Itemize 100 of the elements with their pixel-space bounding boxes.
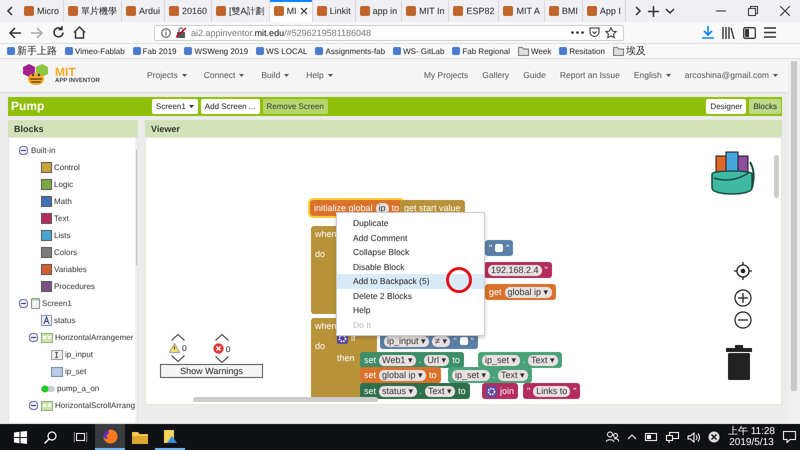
code-block[interactable]: " Links to " (523, 383, 580, 399)
back-icon[interactable] (8, 26, 22, 40)
arrow-up-icon[interactable] (170, 334, 185, 341)
nav-link[interactable]: My Projects (424, 70, 468, 80)
notification-icon[interactable] (783, 431, 796, 443)
code-block[interactable]: join (482, 383, 518, 399)
address-field[interactable]: ai2.appinventor.mit.edu/#5296219581186048 (154, 24, 624, 40)
view-tab[interactable]: Blocks (749, 98, 781, 114)
tree-item[interactable]: Built-in (31, 146, 56, 155)
block-field[interactable]: Web1 ▾ (379, 354, 416, 366)
scrollbar-thumb[interactable] (791, 61, 797, 391)
tree-item[interactable]: Math (54, 197, 72, 206)
battery-icon[interactable] (644, 433, 658, 441)
code-block[interactable]: get global ip ▾ (485, 284, 556, 300)
scrollbar-thumb[interactable] (193, 397, 378, 402)
menu-item[interactable]: Duplicate (337, 216, 484, 230)
browser-tab[interactable]: MI (270, 0, 313, 22)
collapse-toggle-icon[interactable] (29, 401, 38, 410)
code-block[interactable]: ip_set ▾ . Text ▾ (478, 352, 562, 368)
clock-date[interactable]: 2019/5/13 (729, 437, 774, 448)
block-field[interactable]: 192.168.2.4 (488, 264, 542, 276)
nav-link[interactable]: Gallery (482, 70, 510, 80)
arrow-down-icon[interactable] (214, 356, 229, 363)
close-icon[interactable] (300, 7, 308, 15)
more-icon[interactable] (571, 31, 584, 34)
code-block[interactable]: 192.168.2.4 " (484, 262, 552, 278)
tree-item[interactable]: Screen1 (42, 299, 72, 308)
chevron-left-icon[interactable] (6, 6, 14, 16)
arrow-down-icon[interactable] (170, 355, 185, 362)
code-block[interactable]: set global ip ▾ to (360, 367, 441, 383)
chevron-up-icon[interactable] (626, 434, 637, 440)
code-block[interactable]: set Web1 ▾ . Url ▾ to (360, 352, 464, 368)
library-icon[interactable] (722, 26, 735, 38)
bookmark-link[interactable]: Vimeo-Fablab (65, 46, 125, 56)
sidebar-icon[interactable] (743, 26, 756, 38)
block-field[interactable]: global ip ▾ (379, 370, 426, 380)
tree-item[interactable]: ip_input (65, 350, 94, 359)
screen-dropdown[interactable]: Screen1 (152, 98, 198, 114)
blocks-workspace[interactable] (145, 137, 782, 405)
clock-time[interactable]: 上午 11:28 (728, 426, 775, 437)
tree-item[interactable]: HorizontalScrollArrang (55, 401, 136, 410)
view-tab[interactable]: Designer (706, 98, 746, 114)
menu-item[interactable]: Delete 2 Blocks (337, 288, 484, 303)
block-field[interactable]: ip_set ▾ (482, 354, 520, 366)
chevron-down-icon[interactable] (664, 8, 675, 14)
block-field[interactable]: Text ▾ (425, 386, 456, 396)
block-field[interactable]: ip_set ▾ (452, 370, 490, 380)
nav-menu[interactable]: Connect (204, 70, 244, 80)
show-warnings-button[interactable]: Show Warnings (160, 364, 263, 378)
menu-item[interactable]: Disable Block (337, 260, 484, 274)
bookmark-link[interactable]: WS- GitLab (393, 46, 444, 56)
arrow-up-icon[interactable] (214, 334, 229, 341)
bookmark-link[interactable]: Week (518, 46, 552, 56)
tree-item[interactable]: Colors (54, 248, 78, 257)
gear-icon[interactable] (486, 386, 497, 396)
star-icon[interactable] (605, 26, 617, 38)
tree-item[interactable]: ip_set (65, 367, 86, 376)
block-field[interactable]: Links to (533, 386, 570, 396)
zoom-in-icon[interactable] (734, 289, 752, 307)
tree-item[interactable]: Procedures (54, 282, 95, 291)
error-icon[interactable] (708, 431, 720, 443)
empty-text-field[interactable] (495, 244, 504, 252)
menu-icon[interactable] (764, 27, 776, 38)
tree-item[interactable]: status (54, 316, 76, 325)
menu-item[interactable]: Add to Backpack (5) (337, 274, 484, 288)
close-icon[interactable] (780, 6, 790, 16)
toolbar-button[interactable]: Add Screen ... (200, 98, 260, 114)
tree-item[interactable]: Lists (54, 231, 70, 240)
tree-item[interactable]: Logic (54, 180, 74, 189)
lock-icon[interactable] (176, 27, 186, 38)
nav-menu[interactable]: Help (306, 70, 333, 80)
target-icon[interactable] (734, 262, 752, 280)
people-icon[interactable] (606, 431, 619, 443)
scrollbar-thumb[interactable] (774, 155, 779, 198)
zoom-out-icon[interactable] (734, 311, 752, 329)
nav-link[interactable]: arcoshina@gmail.com (684, 70, 778, 80)
block-field[interactable]: Text ▾ (528, 354, 558, 366)
empty-text-field[interactable] (460, 337, 468, 345)
code-block[interactable]: " " (485, 240, 514, 256)
volume-icon[interactable] (686, 432, 700, 442)
block-field[interactable]: ip_input ▾ (384, 336, 430, 346)
code-block[interactable]: ip_set ▾ . Text ▾ (448, 367, 532, 383)
nav-menu[interactable]: Build (261, 70, 290, 80)
block-field[interactable]: status ▾ (379, 386, 417, 396)
restore-icon[interactable] (748, 6, 758, 16)
bookmark-link[interactable]: Fab Regional (452, 46, 510, 56)
download-icon[interactable] (702, 26, 714, 39)
trash-icon[interactable] (726, 345, 752, 380)
tree-item[interactable]: HorizontalArrangemer (55, 333, 134, 342)
nav-link[interactable]: Guide (523, 70, 546, 80)
info-icon[interactable] (161, 28, 171, 38)
bookmark-link[interactable]: WS LOCAL (256, 46, 308, 56)
menu-item[interactable]: Collapse Block (337, 245, 484, 260)
plus-icon[interactable] (648, 6, 659, 16)
bookmark-link[interactable]: 埃及 (612, 44, 646, 58)
nav-link[interactable]: Report an Issue (560, 70, 620, 80)
tree-item[interactable]: pump_a_on (57, 384, 100, 393)
block-field[interactable]: Text ▾ (498, 370, 528, 380)
tree-item[interactable]: Text (54, 214, 69, 223)
menu-item[interactable]: Add Comment (337, 230, 484, 245)
